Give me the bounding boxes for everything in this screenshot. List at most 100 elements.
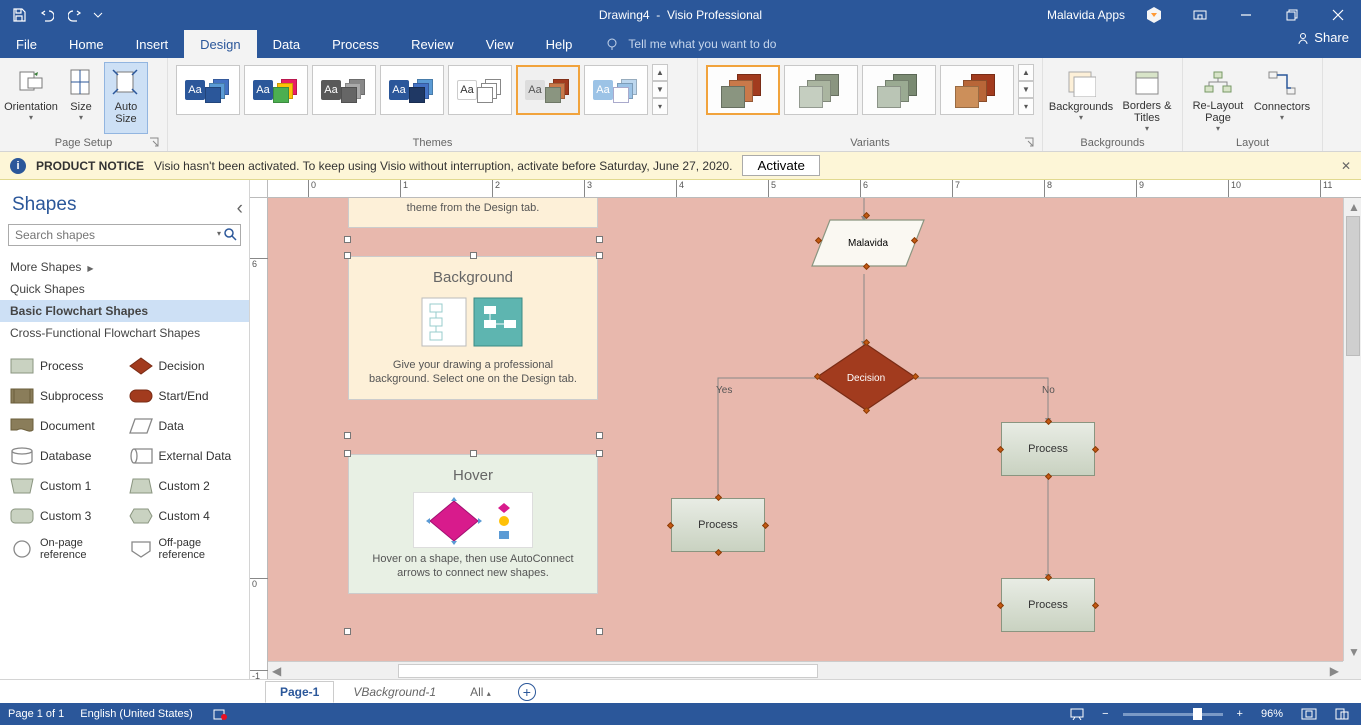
orientation-button[interactable]: Orientation▾ — [4, 62, 58, 134]
tab-review[interactable]: Review — [395, 30, 470, 58]
page-tab-all[interactable]: All ▴ — [455, 681, 506, 703]
cross-functional-category[interactable]: Cross-Functional Flowchart Shapes — [0, 322, 249, 344]
variant-thumb[interactable] — [784, 65, 858, 115]
gallery-more-icon[interactable]: ▾ — [1018, 98, 1034, 115]
theme-thumb[interactable]: Aa — [176, 65, 240, 115]
tip-card-background[interactable]: Background Give your drawing a professio… — [348, 256, 598, 400]
zoom-level[interactable]: 96% — [1257, 708, 1287, 720]
save-icon[interactable] — [6, 2, 32, 28]
shape-onpage-ref[interactable]: On-page reference — [6, 532, 125, 566]
zoom-in-icon[interactable]: + — [1233, 708, 1247, 720]
theme-thumb[interactable]: Aa — [380, 65, 444, 115]
tab-data[interactable]: Data — [257, 30, 316, 58]
search-icon[interactable] — [223, 227, 237, 241]
shape-startend[interactable]: Start/End — [125, 382, 244, 410]
drawing-canvas[interactable]: theme from the Design tab. Background Gi… — [268, 198, 1343, 661]
shape-decision[interactable]: Decision — [125, 352, 244, 380]
vertical-ruler[interactable]: 6 0 -1 — [250, 198, 268, 679]
status-language[interactable]: English (United States) — [80, 708, 193, 720]
user-avatar-icon[interactable] — [1131, 0, 1177, 30]
status-page: Page 1 of 1 — [8, 708, 64, 720]
theme-thumb[interactable]: Aa — [448, 65, 512, 115]
share-button[interactable]: Share — [1296, 30, 1349, 45]
redo-icon[interactable] — [62, 2, 88, 28]
quick-shapes-category[interactable]: Quick Shapes — [0, 278, 249, 300]
shape-database[interactable]: Database — [6, 442, 125, 470]
shape-custom3[interactable]: Custom 3 — [6, 502, 125, 530]
pan-zoom-icon[interactable] — [1331, 708, 1353, 720]
horizontal-ruler[interactable]: 0 1 2 3 4 5 6 7 8 9 10 11 — [268, 180, 1361, 198]
gallery-up-icon[interactable]: ▲ — [652, 64, 668, 81]
dialog-launcher-icon[interactable] — [149, 137, 161, 149]
macro-record-icon[interactable] — [209, 707, 231, 721]
minimize-button[interactable] — [1223, 0, 1269, 30]
tab-process[interactable]: Process — [316, 30, 395, 58]
gallery-down-icon[interactable]: ▼ — [652, 81, 668, 98]
tab-insert[interactable]: Insert — [120, 30, 185, 58]
backgrounds-button[interactable]: Backgrounds▾ — [1047, 62, 1115, 134]
maximize-button[interactable] — [1269, 0, 1315, 30]
size-button[interactable]: Size▾ — [60, 62, 102, 134]
shape-subprocess[interactable]: Subprocess — [6, 382, 125, 410]
fit-page-icon[interactable] — [1297, 708, 1321, 720]
user-name[interactable]: Malavida Apps — [1047, 8, 1125, 22]
horizontal-scrollbar[interactable]: ◀ ▶ — [268, 661, 1343, 679]
shape-custom4[interactable]: Custom 4 — [125, 502, 244, 530]
shape-external-data[interactable]: External Data — [125, 442, 244, 470]
shape-custom1[interactable]: Custom 1 — [6, 472, 125, 500]
shape-process-right-1[interactable]: Process — [1001, 422, 1095, 476]
auto-size-button[interactable]: Auto Size — [104, 62, 148, 134]
borders-titles-button[interactable]: Borders & Titles▾ — [1117, 62, 1177, 134]
variant-thumb[interactable] — [862, 65, 936, 115]
theme-thumb[interactable]: Aa — [584, 65, 648, 115]
page-tab-vbackground[interactable]: VBackground-1 — [338, 681, 451, 703]
activate-button[interactable]: Activate — [742, 155, 819, 176]
zoom-slider[interactable] — [1123, 713, 1223, 716]
basic-flowchart-category[interactable]: Basic Flowchart Shapes — [0, 300, 249, 322]
shape-process-right-2[interactable]: Process — [1001, 578, 1095, 632]
close-notice-icon[interactable]: ✕ — [1341, 159, 1351, 173]
theme-thumb-selected[interactable]: Aa — [516, 65, 580, 115]
vertical-scrollbar[interactable]: ▲ ▼ — [1343, 198, 1361, 661]
new-page-button[interactable]: + — [518, 683, 536, 701]
tab-help[interactable]: Help — [530, 30, 589, 58]
ribbon-options-icon[interactable] — [1177, 0, 1223, 30]
collapse-pane-icon[interactable]: ‹ — [237, 198, 243, 220]
tip-card-theme[interactable]: theme from the Design tab. — [348, 198, 598, 228]
share-icon — [1296, 31, 1310, 45]
tip-card-hover[interactable]: Hover Hover on a shape, then use AutoCon… — [348, 454, 598, 594]
tab-view[interactable]: View — [470, 30, 530, 58]
page-tab-1[interactable]: Page-1 — [265, 681, 334, 703]
gallery-down-icon[interactable]: ▼ — [1018, 81, 1034, 98]
zoom-out-icon[interactable]: − — [1098, 708, 1112, 720]
connectors-button[interactable]: Connectors▾ — [1251, 62, 1313, 134]
shape-process-left[interactable]: Process — [671, 498, 765, 552]
tab-home[interactable]: Home — [53, 30, 120, 58]
more-shapes-category[interactable]: More Shapes▶ — [0, 256, 249, 278]
shape-custom2[interactable]: Custom 2 — [125, 472, 244, 500]
tab-design[interactable]: Design — [184, 30, 256, 58]
undo-icon[interactable] — [34, 2, 60, 28]
theme-thumb[interactable]: Aa — [244, 65, 308, 115]
dialog-launcher-icon[interactable] — [1024, 137, 1036, 149]
presentation-mode-icon[interactable] — [1066, 708, 1088, 720]
search-shapes-input[interactable] — [8, 224, 241, 246]
qat-customize-icon[interactable] — [90, 2, 106, 28]
tell-me-search[interactable]: Tell me what you want to do — [604, 30, 776, 58]
shape-offpage-ref[interactable]: Off-page reference — [125, 532, 244, 566]
variant-thumb-selected[interactable] — [706, 65, 780, 115]
tab-file[interactable]: File — [0, 30, 53, 58]
themes-gallery[interactable]: Aa Aa Aa Aa Aa Aa Aa ▲ ▼ ▾ — [176, 64, 668, 115]
relayout-page-button[interactable]: Re-Layout Page▾ — [1187, 62, 1249, 134]
search-dropdown-icon[interactable]: ▾ — [217, 229, 221, 238]
variants-gallery[interactable]: ▲ ▼ ▾ — [706, 64, 1034, 115]
close-button[interactable] — [1315, 0, 1361, 30]
gallery-more-icon[interactable]: ▾ — [652, 98, 668, 115]
shape-process[interactable]: Process — [6, 352, 125, 380]
gallery-up-icon[interactable]: ▲ — [1018, 64, 1034, 81]
theme-thumb[interactable]: Aa — [312, 65, 376, 115]
shape-data[interactable]: Data — [125, 412, 244, 440]
shape-document[interactable]: Document — [6, 412, 125, 440]
variant-thumb[interactable] — [940, 65, 1014, 115]
shape-decision[interactable]: Decision — [813, 340, 919, 414]
